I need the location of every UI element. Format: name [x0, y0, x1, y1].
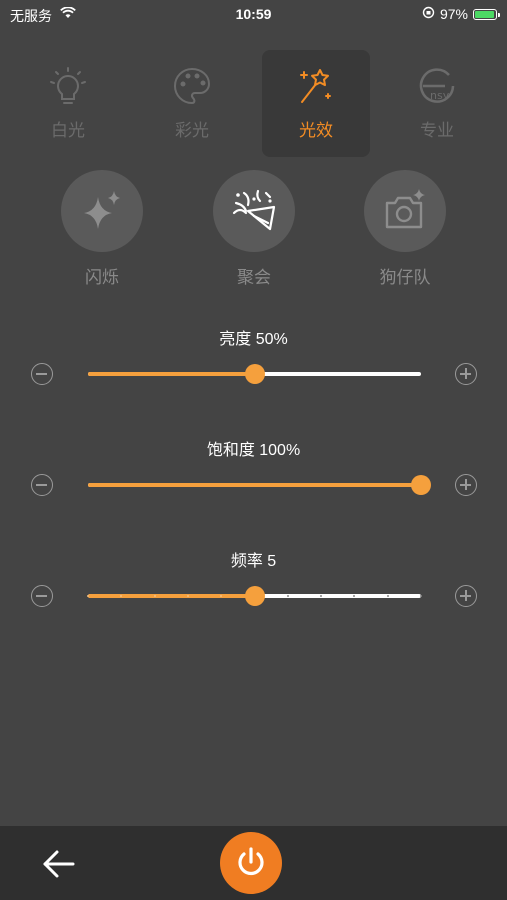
ensy-logo-icon: nsy: [419, 68, 455, 103]
tab-label: 专业: [420, 121, 454, 140]
frequency-step-dot: [420, 595, 422, 597]
slider-fill: [88, 372, 255, 376]
effect-icon-circle[interactable]: [61, 170, 143, 252]
saturation-slider[interactable]: [88, 475, 431, 495]
tab-professional[interactable]: nsy 专业: [383, 50, 491, 157]
brightness-minus-button[interactable]: [31, 363, 53, 385]
back-arrow-icon: [43, 850, 75, 878]
effect-flash[interactable]: 闪烁: [42, 170, 162, 288]
effect-label: 聚会: [237, 268, 271, 287]
saturation-title: 饱和度 100%: [206, 442, 301, 459]
frequency-step-dot: [386, 595, 389, 597]
tab-label: 白光: [51, 121, 85, 140]
effect-icon-circle[interactable]: [364, 170, 446, 252]
back-button[interactable]: [40, 846, 76, 882]
effect-selector: 闪烁 聚会 狗仔队: [0, 170, 507, 290]
effect-label: 闪烁: [85, 268, 119, 287]
saturation-minus-button[interactable]: [31, 474, 53, 496]
party-popper-icon: [232, 189, 276, 231]
effect-paparazzi[interactable]: 狗仔队: [345, 170, 465, 288]
brightness-slider[interactable]: [88, 364, 421, 384]
status-bar: 无服务 10:59 97%: [0, 0, 507, 28]
power-icon: [238, 847, 264, 876]
frequency-step-dot: [153, 595, 156, 597]
bulb-icon: [50, 67, 86, 104]
palette-icon: [174, 67, 211, 105]
bottom-bar: [0, 826, 507, 900]
frequency-step-dot: [186, 595, 189, 597]
brightness-plus-button[interactable]: [455, 363, 477, 385]
slider-fill: [88, 483, 421, 487]
battery-percent: 97%: [439, 6, 468, 22]
saturation-control: 饱和度 100%: [0, 436, 507, 516]
frequency-step-dot: [353, 595, 356, 597]
orientation-lock-icon: [422, 6, 435, 22]
mode-tabs: 白光 彩光 光效 nsy 专业: [0, 50, 507, 157]
effect-icon-circle[interactable]: [213, 170, 295, 252]
frequency-control: 频率 5: [0, 547, 507, 627]
frequency-minus-button[interactable]: [31, 585, 53, 607]
effect-party[interactable]: 聚会: [194, 170, 314, 288]
magic-wand-icon: [300, 69, 331, 103]
sparkle-icon: [84, 191, 120, 229]
tab-label: 光效: [299, 121, 333, 140]
frequency-slider[interactable]: [87, 586, 422, 606]
tab-white-light[interactable]: 白光: [14, 50, 122, 157]
frequency-plus-button[interactable]: [455, 585, 477, 607]
tab-label: 彩光: [175, 121, 209, 140]
battery-icon: [473, 8, 500, 20]
frequency-step-dot: [286, 595, 289, 597]
power-button[interactable]: [220, 832, 282, 894]
svg-text:nsy: nsy: [430, 89, 450, 102]
slider-fill: [88, 594, 255, 598]
saturation-plus-button[interactable]: [455, 474, 477, 496]
tab-color-light[interactable]: 彩光: [138, 50, 246, 157]
tab-light-effects[interactable]: 光效: [262, 50, 370, 157]
brightness-title: 亮度 50%: [219, 331, 288, 348]
frequency-step-dot: [320, 595, 323, 597]
camera-icon: [385, 189, 425, 229]
slider-thumb[interactable]: [411, 475, 431, 495]
effect-label: 狗仔队: [379, 268, 431, 287]
brightness-control: 亮度 50%: [0, 325, 507, 405]
slider-thumb[interactable]: [244, 586, 265, 606]
frequency-title: 频率 5: [230, 553, 277, 570]
slider-thumb[interactable]: [244, 364, 265, 384]
frequency-step-dot: [87, 595, 89, 597]
